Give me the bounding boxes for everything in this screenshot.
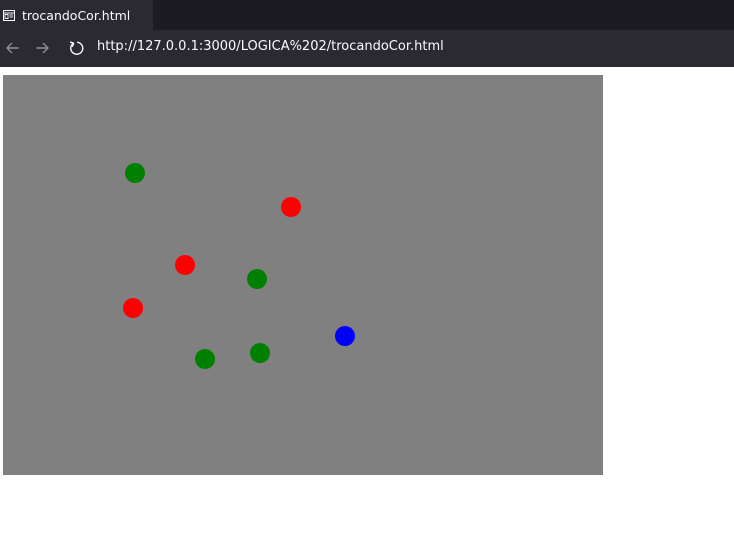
green-ball [247, 269, 267, 289]
navigation-toolbar: http://127.0.0.1:3000/LOGICA%202/trocand… [0, 30, 734, 67]
back-button[interactable] [1, 38, 23, 58]
blue-ball [335, 326, 355, 346]
green-ball [195, 349, 215, 369]
url-bar[interactable]: http://127.0.0.1:3000/LOGICA%202/trocand… [97, 39, 444, 54]
page-icon [2, 8, 16, 22]
tab-trocandocor[interactable]: trocandoCor.html [0, 0, 153, 30]
back-arrow-icon [6, 42, 19, 54]
tab-title: trocandoCor.html [22, 7, 131, 23]
forward-arrow-icon [36, 42, 49, 54]
green-ball [125, 163, 145, 183]
canvas-background [3, 75, 603, 475]
tab-bar: trocandoCor.html [0, 0, 734, 30]
green-ball [250, 343, 270, 363]
reload-button[interactable] [65, 38, 87, 58]
forward-button[interactable] [32, 38, 54, 58]
red-ball [281, 197, 301, 217]
reload-icon [69, 41, 84, 55]
red-ball [175, 255, 195, 275]
page-viewport [0, 67, 734, 533]
red-ball [123, 298, 143, 318]
canvas[interactable] [3, 75, 603, 475]
